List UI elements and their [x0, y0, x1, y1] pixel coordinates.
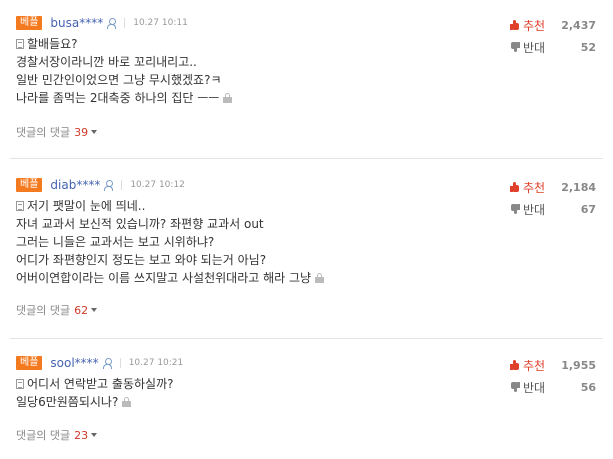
thumbs-up-icon: [510, 360, 520, 370]
comment-body: 어디서 연락받고 출동하실까? 일당6만원쯤되시나?: [16, 375, 173, 411]
upvote-label: 추천: [523, 358, 546, 373]
comment-text: 할배들요?: [27, 37, 78, 51]
user-name[interactable]: diab****: [50, 178, 100, 192]
divider: [121, 180, 123, 190]
comment-line: 자녀 교과서 보신적 있습니까? 좌편향 교과서 out: [16, 215, 324, 233]
divider: [119, 358, 121, 368]
downvote-label: 반대: [523, 202, 546, 217]
comment-text: 나라를 좀먹는 2대축중 하나의 집단 ㅡㅡ: [16, 91, 220, 105]
replies-label: 댓글의 댓글: [16, 429, 71, 442]
upvote-row: 추천 1,955: [510, 354, 596, 376]
lock-icon: [122, 397, 132, 407]
best-badge: 베플: [16, 356, 43, 370]
comment-line: 일반 민간인이었으면 그냥 무시했겠죠?ㅋ: [16, 71, 232, 89]
comment-text: 어디서 연락받고 출동하실까?: [27, 377, 174, 391]
downvote-count: 67: [580, 202, 596, 216]
thumbs-up-icon: [510, 182, 520, 192]
comment-line: 저기 팻말이 눈에 띄네..: [16, 197, 324, 215]
vote-box: 추천 1,955 반대 56: [510, 354, 596, 398]
downvote-label: 반대: [523, 40, 546, 55]
comment-text: 경찰서장이라니깐 바로 꼬리내리고..: [16, 55, 197, 69]
best-badge: 베플: [16, 178, 43, 192]
replies-toggle[interactable]: 댓글의 댓글 62: [16, 302, 98, 318]
thumbs-up-icon: [510, 20, 520, 30]
comment-body: 저기 팻말이 눈에 띄네.. 자녀 교과서 보신적 있습니까? 좌편향 교과서 …: [16, 197, 325, 287]
comment-header: 베플 sool**** 10.27 10:21: [16, 354, 183, 372]
comment-text: 자녀 교과서 보신적 있습니까? 좌편향 교과서 out: [16, 217, 264, 231]
upvote-count: 2,437: [561, 18, 596, 32]
downvote-label: 반대: [523, 380, 546, 395]
replies-count: 23: [74, 428, 89, 442]
chevron-down-icon: [91, 433, 98, 437]
downvote-button[interactable]: 반대: [510, 379, 545, 396]
replies-toggle[interactable]: 댓글의 댓글 39: [16, 124, 98, 140]
replies-label: 댓글의 댓글: [16, 126, 71, 139]
downvote-row: 반대 67: [510, 198, 596, 220]
upvote-row: 추천 2,184: [510, 176, 596, 198]
downvote-row: 반대 56: [510, 376, 596, 398]
comment-text: 저기 팻말이 눈에 띄네..: [27, 199, 146, 213]
upvote-button[interactable]: 추천: [510, 357, 545, 374]
comment-header: 베플 diab**** 10.27 10:12: [16, 176, 185, 194]
divider: [124, 18, 126, 28]
vote-box: 추천 2,437 반대 52: [510, 14, 596, 58]
comment-line: 어버이연합이라는 이름 쓰지말고 사설천위대라고 해라 그냥: [16, 269, 325, 287]
downvote-button[interactable]: 반대: [510, 39, 545, 56]
comment-date: 10.27 10:12: [130, 180, 185, 190]
best-badge: 베플: [16, 16, 43, 30]
comment-date: 10.27 10:11: [133, 18, 188, 28]
thumbs-down-icon: [510, 204, 520, 214]
replies-toggle[interactable]: 댓글의 댓글 23: [16, 427, 98, 443]
comment-text: 어버이연합이라는 이름 쓰지말고 사설천위대라고 해라 그냥: [16, 271, 312, 285]
upvote-button[interactable]: 추천: [510, 17, 545, 34]
downvote-row: 반대 52: [510, 36, 596, 58]
comment-date: 10.27 10:21: [128, 358, 184, 368]
chevron-down-icon: [91, 130, 98, 134]
comment-line: 그러는 니들은 교과서는 보고 시위하냐?: [16, 233, 324, 251]
thumbs-down-icon: [510, 42, 520, 52]
comment-divider: [10, 338, 603, 339]
vote-box: 추천 2,184 반대 67: [510, 176, 596, 220]
profile-icon[interactable]: [102, 357, 112, 369]
replies-label: 댓글의 댓글: [16, 304, 71, 317]
document-icon: [16, 379, 24, 389]
comment-line: 경찰서장이라니깐 바로 꼬리내리고..: [16, 53, 232, 71]
comment-line: 일당6만원쯤되시나?: [16, 393, 173, 411]
comment-line: 어디가 좌편향인지 정도는 보고 와야 되는거 아님?: [16, 251, 324, 269]
comment-item: 베플 sool**** 10.27 10:21 어디서 연락받고 출동하실까? …: [0, 354, 613, 454]
comment-text: 어디가 좌편향인지 정도는 보고 와야 되는거 아님?: [16, 253, 267, 267]
user-name[interactable]: busa****: [50, 16, 103, 30]
comment-item: 베플 diab**** 10.27 10:12 저기 팻말이 눈에 띄네.. 자…: [0, 176, 613, 326]
thumbs-down-icon: [510, 382, 520, 392]
comment-text: 일당6만원쯤되시나?: [16, 395, 119, 409]
profile-icon[interactable]: [104, 179, 114, 191]
replies-count: 62: [74, 303, 89, 317]
replies-count: 39: [74, 125, 89, 139]
profile-icon[interactable]: [107, 17, 117, 29]
upvote-button[interactable]: 추천: [510, 179, 545, 196]
comment-line: 할배들요?: [16, 35, 232, 53]
comment-line: 어디서 연락받고 출동하실까?: [16, 375, 173, 393]
comment-header: 베플 busa**** 10.27 10:11: [16, 14, 188, 32]
upvote-label: 추천: [523, 18, 546, 33]
comment-item: 베플 busa**** 10.27 10:11 할배들요? 경찰서장이라니깐 바…: [0, 14, 613, 144]
downvote-count: 52: [580, 40, 596, 54]
comment-body: 할배들요? 경찰서장이라니깐 바로 꼬리내리고.. 일반 민간인이었으면 그냥 …: [16, 35, 233, 107]
comment-text: 일반 민간인이었으면 그냥 무시했겠죠?ㅋ: [16, 73, 222, 87]
upvote-row: 추천 2,437: [510, 14, 596, 36]
comment-divider: [10, 158, 603, 159]
document-icon: [16, 201, 24, 211]
downvote-button[interactable]: 반대: [510, 201, 545, 218]
upvote-count: 2,184: [561, 180, 596, 194]
downvote-count: 56: [580, 380, 596, 394]
comment-text: 그러는 니들은 교과서는 보고 시위하냐?: [16, 235, 215, 249]
lock-icon: [223, 93, 233, 103]
comment-line: 나라를 좀먹는 2대축중 하나의 집단 ㅡㅡ: [16, 89, 233, 107]
user-name[interactable]: sool****: [50, 356, 98, 370]
lock-icon: [315, 273, 325, 283]
chevron-down-icon: [91, 308, 98, 312]
upvote-count: 1,955: [561, 358, 596, 372]
upvote-label: 추천: [523, 180, 546, 195]
document-icon: [16, 39, 24, 49]
